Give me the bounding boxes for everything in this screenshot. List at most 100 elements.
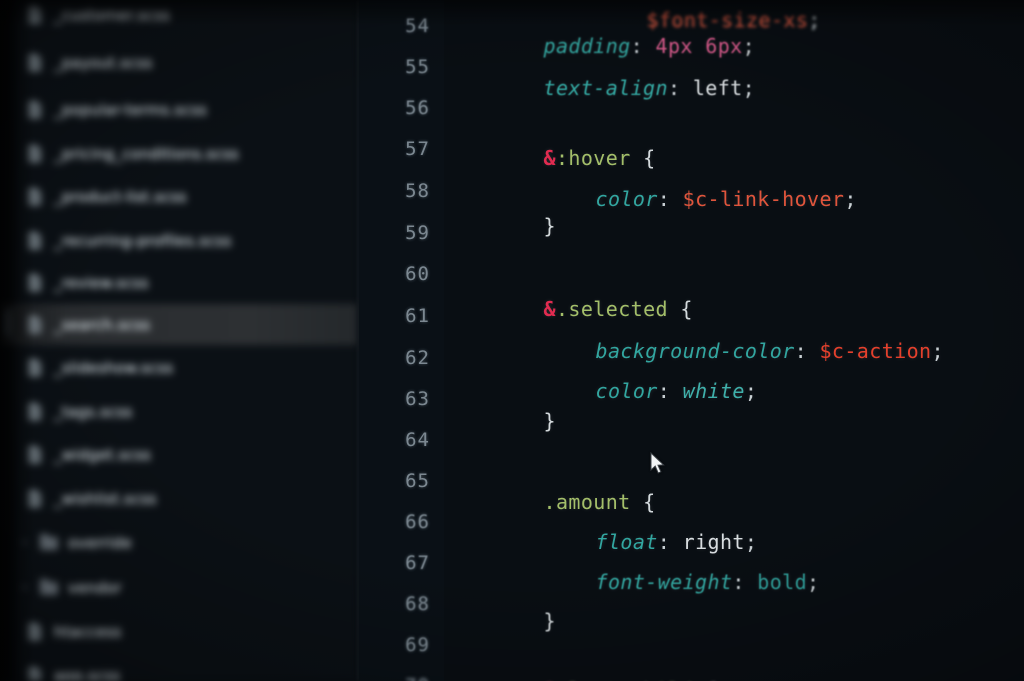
file-tree-item-label: _recurring-profiles.scss — [54, 231, 232, 250]
code-token-punct: ; — [744, 379, 758, 403]
file-icon — [22, 228, 48, 254]
folder-icon — [36, 530, 62, 556]
code-token-punct: : — [657, 187, 683, 211]
line-number: 60 — [405, 263, 430, 285]
file-tree-item-recurring-profiles[interactable]: _recurring-profiles.scss — [0, 220, 358, 261]
file-tree-item-label: override — [68, 533, 132, 552]
code-text-area[interactable]: $font-size-xs; padding: 4px 6px; text-al… — [444, 0, 1024, 681]
line-number: 65 — [405, 470, 430, 492]
line-number: 68 — [405, 593, 430, 615]
file-icon — [22, 97, 48, 123]
code-editor-pane[interactable]: 54 55 56 57 58 59 60 61 62 63 64 65 66 6… — [359, 0, 1024, 681]
file-tree-item-label: _slideshow.scss — [54, 358, 174, 377]
file-tree-item-vendor-folder[interactable]: ▸ vendor — [0, 567, 358, 608]
file-tree-item-label: _search.scss — [54, 315, 151, 334]
file-tree-item-customer[interactable]: _customer.scss — [0, 0, 358, 35]
folder-icon — [36, 575, 62, 601]
file-tree-item-label: _customer.scss — [54, 5, 171, 24]
file-icon — [22, 184, 48, 210]
code-token-punct: : — [657, 379, 683, 403]
file-icon — [22, 2, 48, 28]
file-tree-item-label: _product-list.scss — [54, 187, 187, 206]
file-tree-item-slideshow[interactable]: _slideshow.scss — [0, 347, 358, 388]
line-number: 59 — [405, 222, 430, 244]
line-number: 67 — [405, 552, 430, 574]
file-tree-item-tags[interactable]: _tags.scss — [0, 391, 358, 432]
file-icon — [22, 486, 48, 512]
code-line-59[interactable]: } — [444, 190, 556, 262]
file-tree-item-wishlist[interactable]: _wishlist.scss — [0, 478, 358, 519]
file-icon — [22, 619, 48, 645]
file-tree-item-label: app.scss — [54, 666, 121, 681]
file-tree-item-product-list[interactable]: _product-list.scss — [0, 176, 358, 217]
code-line-69[interactable]: } — [444, 585, 556, 657]
code-token-punct: : — [667, 76, 693, 100]
line-number: 61 — [405, 305, 430, 327]
line-number: 69 — [405, 634, 430, 656]
line-number: 56 — [405, 97, 430, 119]
code-line-64[interactable]: } — [444, 385, 556, 457]
line-number: 62 — [405, 347, 430, 369]
file-tree-item-label: htaccess — [54, 622, 122, 641]
code-token-punct: ; — [844, 187, 857, 211]
code-token-property: text-align — [543, 76, 668, 100]
file-tree-item-label: _popular-terms.scss — [54, 100, 207, 119]
file-tree-item-label: _tags.scss — [54, 402, 133, 421]
chevron-right-icon[interactable]: ▸ — [14, 537, 36, 548]
file-tree-item-pricing-conditions[interactable]: _pricing_conditions.scss — [0, 133, 358, 174]
file-tree-item-payout[interactable]: _payout.scss — [0, 42, 358, 83]
line-number: 64 — [405, 429, 430, 451]
code-token-variable: $c-link-hover — [682, 187, 845, 211]
code-token-property: color — [595, 379, 658, 403]
code-token-property: color — [595, 187, 658, 211]
code-token-value: left — [692, 76, 743, 100]
code-token-brace: } — [543, 609, 556, 633]
file-icon — [22, 50, 48, 76]
code-token-value: white — [682, 379, 745, 403]
file-tree-item-htaccess[interactable]: htaccess — [0, 611, 358, 652]
file-tree-item-label: _review.scss — [54, 273, 149, 292]
code-token-property: font-weight — [595, 570, 733, 594]
file-icon — [22, 141, 48, 167]
file-explorer-sidebar[interactable]: _customer.scss _payout.scss _popular-ter… — [0, 0, 358, 681]
code-line-55[interactable]: text-align: left; — [444, 52, 755, 124]
line-number: 55 — [405, 56, 430, 78]
file-tree-item-label: _widget.scss — [54, 445, 151, 464]
code-token-punct: ; — [742, 76, 756, 100]
file-tree-item-label: vendor — [68, 578, 122, 597]
sidebar-scrollbar-thumb[interactable] — [2, 310, 11, 336]
file-tree-item-review[interactable]: _review.scss — [0, 262, 358, 303]
code-token-punct: ; — [931, 339, 944, 363]
file-tree-item-label: _pricing_conditions.scss — [54, 144, 239, 163]
code-token-brace: } — [543, 409, 556, 433]
line-number-gutter: 54 55 56 57 58 59 60 61 62 63 64 65 66 6… — [359, 0, 444, 681]
file-tree-item-override-folder[interactable]: ▸ override — [0, 522, 358, 563]
screenshot-viewport: _customer.scss _payout.scss _popular-ter… — [0, 0, 1024, 681]
chevron-right-icon[interactable]: ▸ — [14, 582, 36, 593]
file-tree-item-popular-terms[interactable]: _popular-terms.scss — [0, 89, 358, 130]
file-tree-item-search[interactable]: _search.scss — [0, 304, 358, 345]
code-token-punct: : — [794, 339, 820, 363]
file-icon — [22, 663, 48, 681]
file-icon — [22, 270, 48, 296]
file-icon — [22, 355, 48, 381]
file-tree-item-label: _payout.scss — [54, 53, 153, 72]
line-number: 57 — [405, 138, 430, 160]
code-token-value: bold — [757, 570, 808, 594]
line-number: 63 — [405, 388, 430, 410]
file-tree-item-label: _wishlist.scss — [54, 489, 157, 508]
file-tree-item-widget[interactable]: _widget.scss — [0, 434, 358, 475]
code-token-variable: $c-action — [819, 339, 932, 363]
code-token-brace: } — [543, 214, 556, 238]
line-number: 54 — [405, 15, 430, 37]
line-number: 70 — [370, 675, 430, 681]
code-token-punct: ; — [808, 8, 821, 32]
code-line-71[interactable]: &:last-child { — [444, 655, 718, 681]
file-icon — [22, 312, 48, 338]
line-number: 58 — [405, 180, 430, 202]
code-token-punct: : — [732, 570, 758, 594]
file-tree-item-app-scss[interactable]: app.scss — [0, 655, 358, 681]
code-token-punct: ; — [807, 570, 820, 594]
line-number: 66 — [405, 511, 430, 533]
file-icon — [22, 399, 48, 425]
